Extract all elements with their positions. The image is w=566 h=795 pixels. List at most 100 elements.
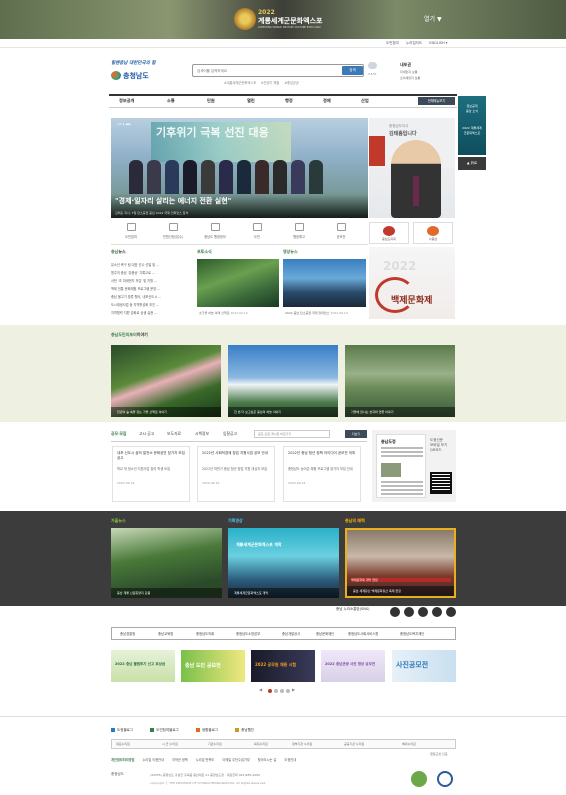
story-card[interactable]: 한 번 더 보고싶은 충남의 하늘 이야기	[228, 345, 338, 417]
pager-dot[interactable]	[286, 689, 290, 693]
tab-bid[interactable]: 입찰공고	[223, 431, 237, 437]
nav-item[interactable]: 행정	[285, 98, 293, 104]
news-item[interactable]: 유소년 축구 팀 대표 선수 선발 및 …	[111, 262, 191, 267]
site-select[interactable]: 해외누리집	[402, 742, 416, 746]
footer-link[interactable]: 누리집 만족도	[196, 758, 215, 762]
expo-banner[interactable]: 2022 계룡세계군문화엑스포 GYERYONG WORLD MILITARY …	[0, 0, 566, 39]
banner-open-button[interactable]: 열기 ▼	[424, 14, 442, 23]
news-item[interactable]: 지역협력 지원 강화로 상생 실현 …	[111, 310, 191, 315]
board-select[interactable]: 공모·모집 게시판 바로가기	[254, 430, 330, 438]
newspaper-thumbnail[interactable]: 충남도정	[376, 434, 426, 498]
instagram-icon[interactable]	[432, 607, 442, 617]
scroll-top-button[interactable]: ▲ 위로	[458, 157, 486, 170]
promo-banner[interactable]: 충남 도민 공모전	[181, 650, 245, 682]
top-link-sitemap[interactable]: 누리집지도	[406, 41, 422, 45]
search-input[interactable]	[197, 67, 337, 75]
org-link[interactable]: 충청남도소방본부	[236, 631, 260, 636]
video-news[interactable]: 영상뉴스 2022 충남 탄소중립 국제 컨퍼런스 2022.09.19	[283, 249, 368, 321]
quick-item[interactable]: 공모전	[323, 220, 359, 239]
nav-item[interactable]: 민원	[207, 98, 215, 104]
footer-link[interactable]: 저작권 정책	[172, 758, 188, 762]
twitter-icon[interactable]	[404, 607, 414, 617]
keyword-link[interactable]: #계룡세계군문화엑스포	[224, 81, 256, 85]
site-logo[interactable]: 충청남도	[111, 71, 149, 81]
weather-widget[interactable]: 7.1°C 내포권 미세먼지 보통 초미세먼지 보통	[368, 61, 448, 87]
site-select[interactable]: 공공기관 누리집	[344, 742, 364, 746]
visual-headline[interactable]: "경제·일자리 살리는 에너지 전환 실현"	[115, 196, 231, 206]
board-card[interactable]: 2022년 사회적경제 창업 지원사업 공모 안내 2022년 하반기 충남 청…	[197, 446, 275, 502]
slider-controls[interactable]: 1/5 ‖ ◀ ▶	[117, 122, 131, 126]
quick-item[interactable]: 행정예고	[281, 220, 317, 239]
pager-dot[interactable]	[274, 689, 278, 693]
promo-banner[interactable]: 2022 충남 불법투기 신고 포상금	[111, 650, 175, 682]
youtube-icon[interactable]	[418, 607, 428, 617]
blog-link[interactable]: 도정블로그	[111, 728, 141, 732]
video-news-caption[interactable]: 2022 충남 탄소중립 국제 컨퍼런스 2022.09.19	[285, 311, 348, 315]
photo-news-title[interactable]: 포토소식	[197, 249, 212, 255]
footer-link[interactable]: 이메일 무단수집거부	[222, 758, 249, 762]
tab-notice[interactable]: 고시·공고	[139, 431, 154, 437]
tab-policy[interactable]: 시책정보	[195, 431, 209, 437]
photo-news-image[interactable]	[197, 259, 279, 307]
video-news-title[interactable]: 영상뉴스	[283, 249, 298, 255]
org-link[interactable]: 충청남도의회	[196, 631, 214, 636]
news-item[interactable]: 도시재생사업 등 지역활성화 추진 …	[111, 302, 191, 307]
photo-news[interactable]: 포토소식 초가을 하늘 아래 산책로 2022.09.19	[197, 249, 281, 321]
media-title[interactable]: 충남의 매력	[345, 518, 365, 524]
site-select[interactable]: 시·군 누리집	[162, 742, 178, 746]
board-card[interactable]: 2022년 충남 청년 정책 아이디어 공모전 개최 충청남도 농어촌 체험 프…	[283, 446, 361, 502]
site-select[interactable]: 대표누리집	[116, 742, 130, 746]
org-link[interactable]: 충남교육청	[158, 631, 173, 636]
facebook-icon[interactable]	[390, 607, 400, 617]
baekje-festival-banner[interactable]: 2022 백제문화제	[369, 247, 455, 319]
footer-link[interactable]: 찾아오시는 길	[258, 758, 277, 762]
media-card[interactable]: 계룡세계군문화엑스포 개막 계룡세계군문화엑스포 개막	[228, 528, 339, 598]
story-card[interactable]: 가을에 만나는 습지와 연꽃 이야기	[345, 345, 455, 417]
promo-banner[interactable]: 2022 공무원 채용 시험	[251, 650, 315, 682]
prev-arrow-icon[interactable]: ◀	[259, 687, 262, 692]
promo-banner[interactable]: 사진공모전	[392, 650, 456, 682]
keyword-link[interactable]: #충남공공	[284, 81, 298, 85]
blog-link[interactable]: 도민참여블로그	[150, 728, 187, 732]
news-item[interactable]: 백제 전통 문화체험 프로그램 운영 …	[111, 286, 191, 291]
blog-link[interactable]: 생활블로그	[195, 728, 226, 732]
governor-banner[interactable]: 충청남도지사 김태흠입니다	[369, 118, 455, 218]
na-chungnam-link[interactable]: 나충남	[413, 222, 453, 244]
quick-item[interactable]: 도민참여	[113, 220, 149, 239]
tab-press[interactable]: 보도자료	[167, 431, 181, 437]
nav-item[interactable]: 소통	[167, 98, 175, 104]
org-link[interactable]: 충남개발공사	[282, 631, 300, 636]
story-title[interactable]: 충남도민리포터이야기	[111, 332, 148, 338]
pager-dot[interactable]	[280, 689, 284, 693]
video-news-image[interactable]	[283, 259, 366, 307]
news-item[interactable]: 서천 '초 미세먼지 저감' 및 지원 …	[111, 278, 191, 283]
media-card[interactable]: 충남 계룡 산림휴양지 단풍	[111, 528, 222, 598]
promo-banner[interactable]: 2022 충남관광 사진 영상 공모전	[321, 650, 385, 682]
footer-link[interactable]: 개인정보처리방침	[111, 758, 134, 762]
top-link-participation[interactable]: 도민참여	[386, 41, 399, 45]
org-link[interactable]: 충청남도복지재단	[400, 631, 424, 636]
keyword-link[interactable]: #민생기 해결	[261, 81, 279, 85]
search-button[interactable]: 검색	[342, 66, 363, 75]
quick-item[interactable]: 도민	[239, 220, 275, 239]
quick-item[interactable]: 민원신청(접수)	[155, 220, 191, 239]
org-link[interactable]: 충남경찰청	[120, 631, 135, 636]
site-select[interactable]: 정부기관 누리집	[292, 742, 312, 746]
site-select[interactable]: 복지누리집	[254, 742, 268, 746]
board-more-button[interactable]: 더보기	[345, 430, 367, 438]
next-arrow-icon[interactable]: ▶	[292, 687, 295, 692]
blog-link[interactable]: 충남웹진	[235, 728, 262, 732]
blog-icon[interactable]	[446, 607, 456, 617]
nav-item[interactable]: 정보공개	[119, 98, 134, 104]
nav-item[interactable]: 경제	[323, 98, 331, 104]
board-card[interactable]: 내포 신도시 꿈의 발전소 문화공연 참가자 모집 공고 학교 밖 청소년 지원…	[112, 446, 190, 502]
story-card[interactable]: 천년의 숲 속을 걷는 가을 산책로 이야기	[111, 345, 221, 417]
news-item[interactable]: 충남 물고기 방류 행사, 내포신도시 …	[111, 294, 191, 299]
site-select[interactable]: 기관누리집	[208, 742, 222, 746]
newspaper-widget[interactable]: 충남도정 도정신문 모바일 보기 QR코드	[372, 430, 456, 502]
council-link[interactable]: 충남도의회	[369, 222, 409, 244]
top-link-language[interactable]: ENGLISH ▾	[429, 41, 447, 45]
photo-news-caption[interactable]: 초가을 하늘 아래 산책로 2022.09.19	[199, 311, 248, 315]
news-title[interactable]: 충남뉴스	[111, 249, 126, 255]
footer-link[interactable]: 도청안내	[284, 758, 296, 762]
